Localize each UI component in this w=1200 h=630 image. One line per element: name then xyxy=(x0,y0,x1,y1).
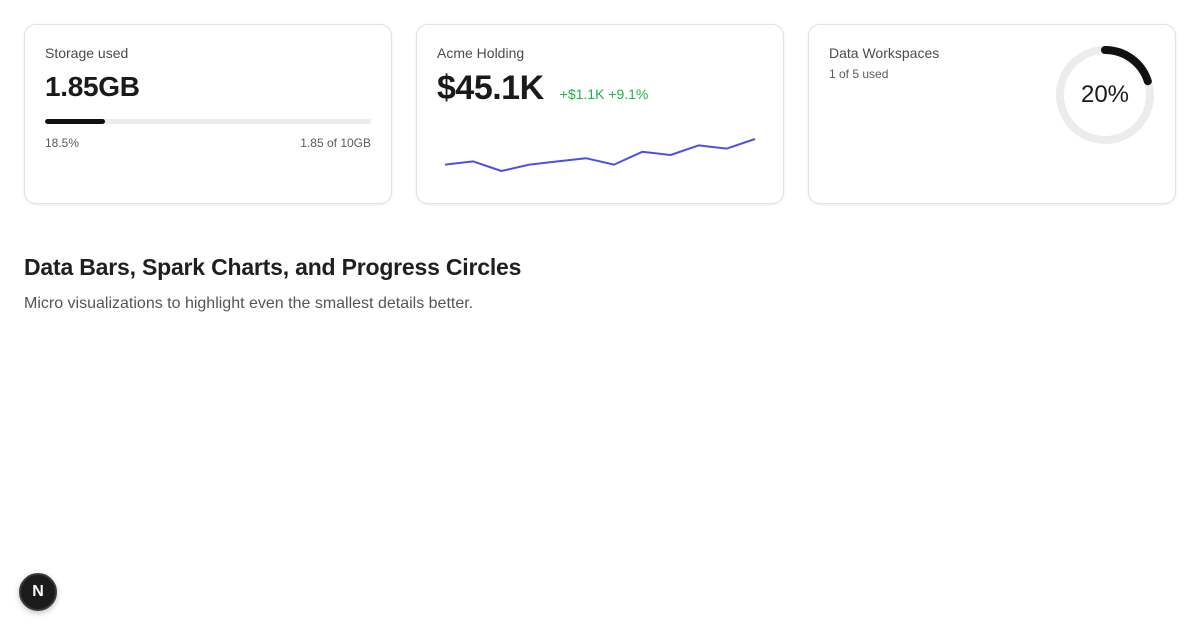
acme-value-row: $45.1K +$1.1K +9.1% xyxy=(437,69,763,108)
section-title: Data Bars, Spark Charts, and Progress Ci… xyxy=(24,254,522,280)
storage-value: 1.85GB xyxy=(45,71,140,102)
next-badge-button[interactable]: N xyxy=(19,573,57,611)
spark-line xyxy=(444,138,756,172)
acme-spark-chart xyxy=(444,138,756,172)
section-header: Data Bars, Spark Charts, and Progress Ci… xyxy=(24,254,521,313)
storage-percent: 18.5% xyxy=(45,136,80,150)
acme-label: Acme Holding xyxy=(437,45,525,61)
storage-meta: 18.5% 1.85 of 10GB xyxy=(45,136,371,150)
workspaces-card: Data Workspaces 1 of 5 used 20% xyxy=(808,24,1176,204)
next-logo-icon: N xyxy=(32,583,44,600)
acme-value: $45.1K xyxy=(437,69,544,107)
storage-bar-track xyxy=(45,119,371,124)
section-subtitle: Micro visualizations to highlight even t… xyxy=(24,295,474,312)
storage-label: Storage used xyxy=(45,45,129,61)
workspaces-percent: 20% xyxy=(1080,81,1130,108)
metric-cards: Storage used 1.85GB 18.5% 1.85 of 10GB A… xyxy=(24,24,1176,204)
acme-card: Acme Holding $45.1K +$1.1K +9.1% xyxy=(416,24,784,204)
storage-detail: 1.85 of 10GB xyxy=(300,136,371,150)
storage-card: Storage used 1.85GB 18.5% 1.85 of 10GB xyxy=(24,24,392,204)
acme-delta: +$1.1K +9.1% xyxy=(559,86,649,102)
workspaces-progress-circle: 20% xyxy=(1055,45,1155,145)
storage-bar-fill xyxy=(45,119,106,124)
